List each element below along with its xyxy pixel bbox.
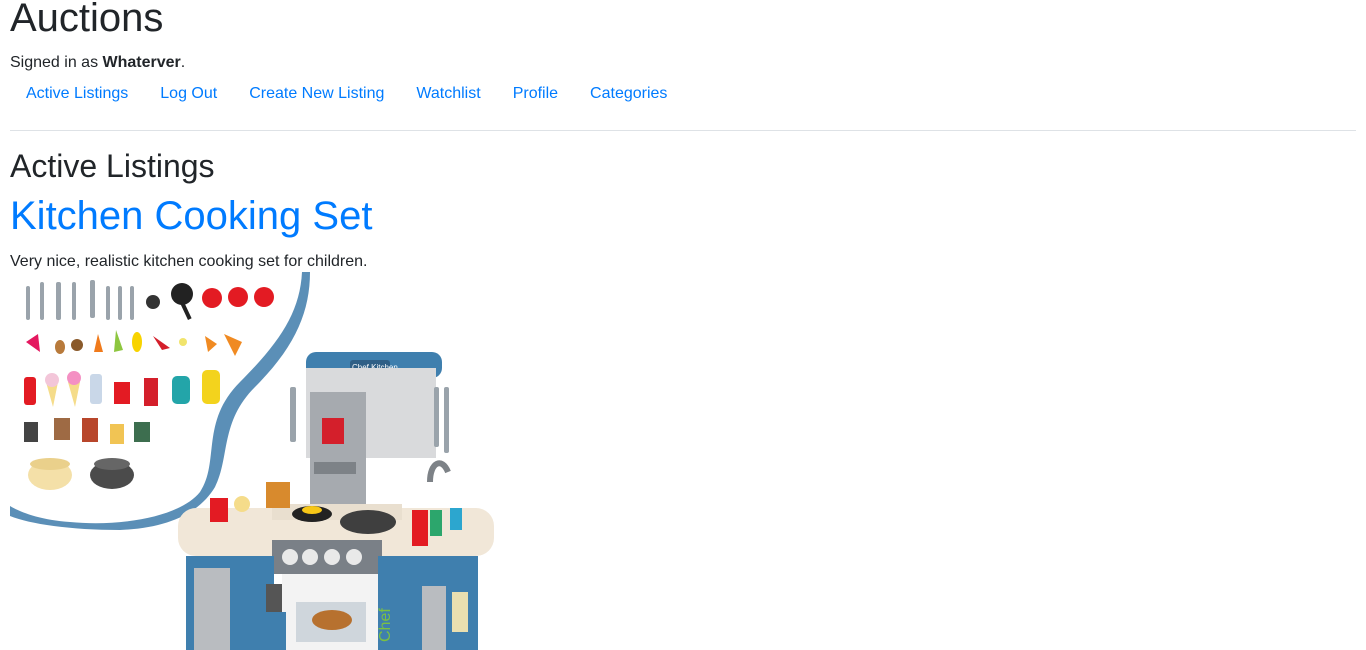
kitchen-side-label: Chef [377,608,394,642]
nav-profile[interactable]: Profile [497,84,574,104]
nav-watchlist[interactable]: Watchlist [400,84,496,104]
nav-log-out[interactable]: Log Out [144,84,233,104]
nav-divider [10,130,1356,131]
signed-in-status: Signed in as Whaterver. [10,53,185,73]
site-title: Auctions [10,0,164,40]
signed-in-prefix: Signed in as [10,54,103,71]
toy-kitchen-image: Chef Kitchen Chef [10,272,494,650]
listing-title-link[interactable]: Kitchen Cooking Set [10,192,372,240]
listing-description: Very nice, realistic kitchen cooking set… [10,253,368,270]
listing-image[interactable]: Chef Kitchen Chef [10,272,494,650]
nav-create-new-listing[interactable]: Create New Listing [233,84,400,104]
main-nav: Active Listings Log Out Create New Listi… [10,84,683,104]
nav-categories[interactable]: Categories [574,84,683,104]
username: Whaterver [102,54,181,71]
page-heading: Active Listings [10,148,215,184]
signed-in-suffix: . [180,54,186,71]
nav-active-listings[interactable]: Active Listings [10,84,144,104]
